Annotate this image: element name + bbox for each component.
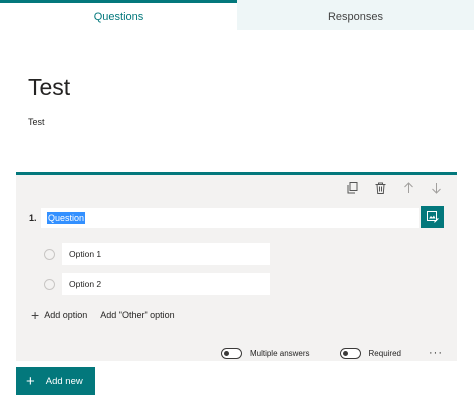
question-text: Question <box>47 212 86 224</box>
question-text-input[interactable]: Question <box>41 208 419 228</box>
option-radio <box>44 278 55 290</box>
add-new-button[interactable]: + Add new <box>16 367 95 395</box>
option-input[interactable]: Option 1 <box>62 243 270 265</box>
add-option-button[interactable]: Add option <box>44 310 87 320</box>
option-input[interactable]: Option 2 <box>62 273 270 295</box>
option-label: Option 2 <box>69 279 102 289</box>
form-description[interactable]: Test <box>28 117 45 127</box>
option-row: Option 1 <box>44 243 270 265</box>
add-option-row: + Add option Add "Other" option <box>31 308 175 322</box>
delete-icon <box>375 182 385 194</box>
delete-question-button[interactable] <box>373 180 387 196</box>
move-down-button[interactable] <box>429 180 443 196</box>
question-card: 1. Question Option 1 Option 2 + Add opti… <box>16 172 457 361</box>
copy-question-button[interactable] <box>345 180 359 196</box>
copy-icon <box>347 182 357 194</box>
toggle-switch <box>220 347 242 359</box>
option-radio <box>44 248 55 260</box>
arrow-down-icon <box>431 183 441 194</box>
add-other-option-button[interactable]: Add "Other" option <box>100 310 174 320</box>
arrow-up-icon <box>403 182 413 193</box>
insert-media-icon <box>426 211 439 223</box>
tab-questions-label: Questions <box>93 10 144 23</box>
required-label: Required <box>368 348 401 358</box>
more-options-button[interactable]: ··· <box>429 347 443 359</box>
form-title[interactable]: Test <box>28 74 70 101</box>
insert-media-button[interactable] <box>421 206 444 228</box>
add-new-label: Add new <box>45 375 83 387</box>
option-label: Option 1 <box>69 249 102 259</box>
question-toolbar <box>345 180 443 196</box>
move-up-button[interactable] <box>401 180 415 196</box>
plus-icon: + <box>31 307 40 323</box>
tab-questions[interactable]: Questions <box>0 0 237 30</box>
question-number: 1. <box>29 213 37 223</box>
multiple-answers-toggle[interactable]: Multiple answers <box>220 347 310 359</box>
multiple-answers-label: Multiple answers <box>249 348 310 358</box>
tab-bar: Questions Responses <box>0 0 474 30</box>
tab-responses[interactable]: Responses <box>237 0 474 30</box>
question-footer: Multiple answers Required ··· <box>16 342 457 364</box>
option-row: Option 2 <box>44 273 270 295</box>
required-toggle[interactable]: Required <box>339 347 401 359</box>
toggle-switch <box>339 347 361 359</box>
plus-icon: + <box>26 372 35 390</box>
tab-responses-label: Responses <box>327 10 384 23</box>
